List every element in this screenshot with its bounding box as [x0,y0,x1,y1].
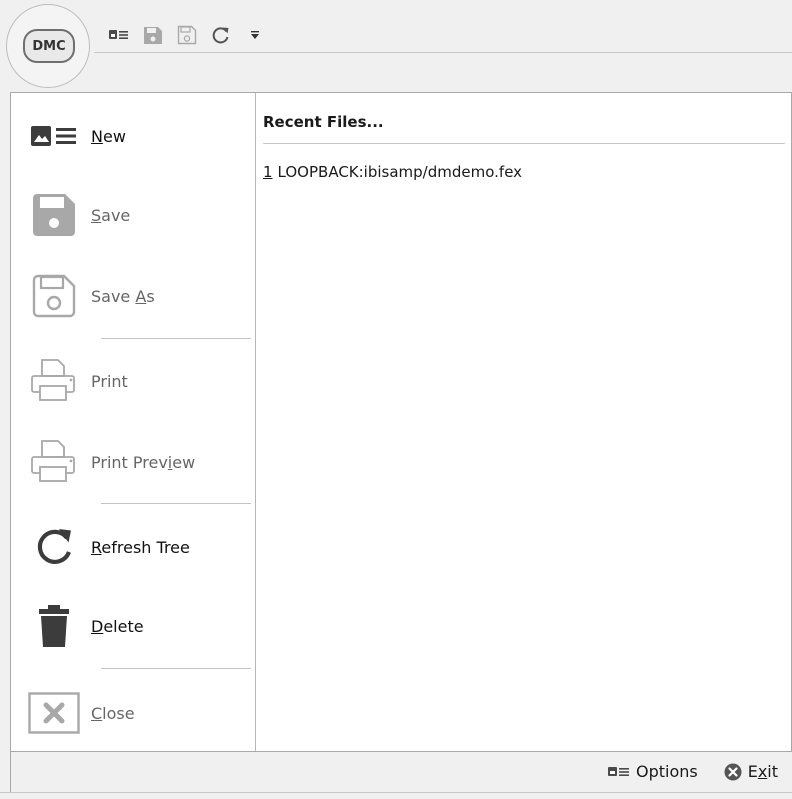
trash-icon [23,598,85,654]
menu-separator [101,503,251,504]
qat-save-icon[interactable] [142,24,164,46]
menu-item-save[interactable]: Save [11,182,256,248]
recent-files-divider [263,143,785,144]
delete-label: Delete [91,616,144,636]
menu-item-delete[interactable]: Delete [11,593,256,659]
menu-item-refresh-tree[interactable]: Refresh Tree [11,514,256,580]
customize-dropdown-icon[interactable] [244,24,266,46]
save-as-icon [23,268,85,324]
quick-access-toolbar [108,24,266,46]
recent-file-item[interactable]: 1 LOOPBACK:ibisamp/dmdemo.fex [263,163,522,181]
title-bar: DMC [0,0,792,90]
qat-options-icon[interactable] [108,24,130,46]
menu-item-print-preview[interactable]: Print Preview [11,429,256,495]
backstage-menu: New Save Save As Print Print Preview Ref… [11,93,256,751]
title-divider [94,52,792,53]
qat-save-as-icon[interactable] [176,24,198,46]
new-label: New [91,126,126,146]
save-as-label: Save As [91,286,155,306]
qat-refresh-icon[interactable] [210,24,232,46]
print-label: Print [91,371,128,391]
backstage-panel: New Save Save As Print Print Preview Ref… [10,92,792,752]
app-logo: DMC [23,29,75,63]
recent-files-title: Recent Files... [263,113,384,131]
menu-separator [101,338,251,339]
footer-divider [0,792,792,793]
application-menu-button[interactable]: DMC [6,4,90,88]
recent-file-path: LOOPBACK:ibisamp/dmdemo.fex [277,163,523,181]
menu-item-new[interactable]: New [11,103,256,169]
recent-files-pane: Recent Files... 1 LOOPBACK:ibisamp/dmdemo… [257,93,791,751]
refresh-icon [23,519,85,575]
options-button[interactable]: Options [607,762,698,781]
close-label: Close [91,703,135,723]
menu-item-print[interactable]: Print [11,348,256,414]
options-label: Options [635,762,698,781]
exit-label: Exit [747,762,778,781]
menu-separator [101,668,251,669]
backstage-footer: Options Exit [10,752,792,792]
menu-item-save-as[interactable]: Save As [11,263,256,329]
refresh-tree-label: Refresh Tree [91,537,190,557]
save-label: Save [91,205,131,225]
print-icon [23,353,85,409]
close-icon [23,685,85,741]
exit-icon [724,763,742,780]
options-icon [607,766,629,776]
menu-item-close[interactable]: Close [11,680,256,746]
print-preview-icon [23,434,85,490]
print-preview-label: Print Preview [91,452,196,472]
recent-file-number: 1 [263,163,273,181]
exit-button[interactable]: Exit [724,762,778,781]
new-icon [23,108,85,164]
save-icon [23,187,85,243]
